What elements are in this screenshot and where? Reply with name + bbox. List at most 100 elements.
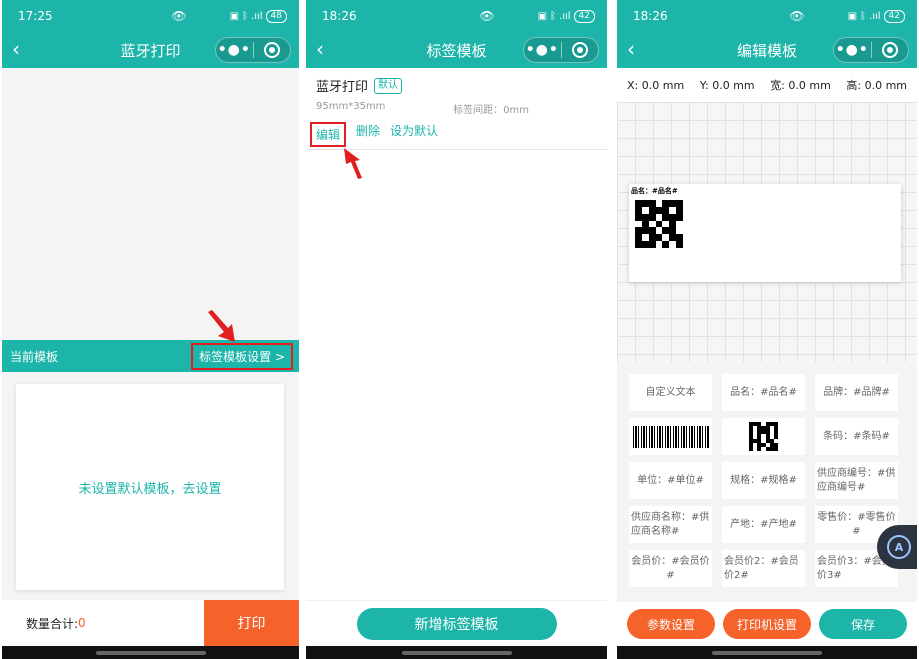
nav-bar: ‹ 蓝牙打印 •●• — [2, 32, 299, 68]
palette-barcode[interactable] — [629, 418, 712, 455]
nfc-icon: ▣ — [229, 10, 240, 22]
palette-item[interactable]: 会员价2：#会员价2# — [722, 550, 805, 587]
home-indicator — [401, 651, 512, 655]
label-paper[interactable]: 品名：#品名# — [629, 184, 901, 282]
status-time: 18:26 — [633, 9, 668, 23]
set-default-template-card[interactable]: 未设置默认模板，去设置 — [16, 384, 284, 590]
eye-icon: 👁 — [479, 9, 495, 23]
height-readout: 高: 0.0 mm — [846, 79, 907, 92]
default-badge: 默认 — [374, 77, 403, 94]
edit-template-link[interactable]: 编辑 — [310, 122, 347, 147]
set-default-link[interactable]: 设为默认 — [390, 122, 438, 147]
params-settings-button[interactable]: 参数设置 — [627, 609, 715, 639]
battery-icon: 42 — [573, 9, 595, 23]
palette-item-label: 单位：#单位# — [637, 474, 704, 486]
y-readout: Y: 0.0 mm — [699, 78, 755, 92]
miniprogram-capsule: •●• — [215, 37, 291, 63]
home-indicator — [712, 651, 822, 655]
status-bar: 17:25 👁 ▣ ᛒ .ııl 48 — [2, 0, 299, 32]
phone-edit-template: 18:26 👁 ▣ ᛒ .ııl 42 ‹ 编辑模板 •●• X: 0.0 mm… — [617, 0, 917, 659]
palette-item[interactable]: 条码：#条码# — [815, 418, 898, 455]
print-preview-area — [2, 68, 299, 340]
design-canvas[interactable]: 品名：#品名# — [617, 102, 917, 362]
barcode-icon — [632, 425, 709, 448]
delete-template-link[interactable]: 删除 — [356, 122, 380, 147]
palette-item-label: 条码：#条码# — [823, 430, 890, 442]
home-indicator — [95, 651, 206, 655]
status-bar: 18:26 👁 ▣ ᛒ .ııl 42 — [306, 0, 607, 32]
status-bar: 18:26 👁 ▣ ᛒ .ııl 42 — [617, 0, 917, 32]
template-list-empty-area — [306, 150, 607, 602]
palette-item-label: 供应商名称：#供应商名称# — [631, 511, 710, 537]
element-palette: 自定义文本 品名：#品名# 品牌：#品牌# 条码：#条码# 单位：#单位# 规格：#规格#… — [617, 362, 917, 602]
red-arrow-annotation — [208, 310, 235, 342]
eye-icon: 👁 — [789, 9, 805, 23]
palette-item-label: 品名：#品名# — [730, 386, 797, 398]
palette-item[interactable]: 会员价：#会员价# — [629, 550, 712, 587]
battery-icon: 48 — [265, 9, 287, 23]
nfc-icon: ▣ — [847, 10, 858, 22]
bluetooth-icon: ᛒ — [242, 10, 249, 22]
status-icons: 👁 ▣ ᛒ .ııl 42 — [789, 9, 905, 23]
palette-item[interactable]: 产地：#产地# — [722, 506, 805, 543]
save-button[interactable]: 保存 — [819, 609, 907, 639]
quantity-label: 数量合计: — [26, 616, 79, 631]
template-size: 95mm*35mm — [316, 101, 386, 112]
bottom-bar: 参数设置 打印机设置 保存 — [617, 602, 917, 646]
width-readout: 宽: 0.0 mm — [770, 79, 831, 92]
battery-icon: 42 — [883, 9, 905, 23]
back-arrow-icon[interactable]: ‹ — [627, 38, 635, 60]
bluetooth-icon: ᛒ — [550, 10, 557, 22]
bluetooth-icon: ᛒ — [860, 10, 867, 22]
template-actions: 编辑 删除 设为默认 — [310, 122, 597, 147]
current-template-label: 当前模板 — [10, 349, 59, 364]
close-miniprogram-icon[interactable] — [254, 42, 291, 58]
back-arrow-icon[interactable]: ‹ — [316, 38, 324, 60]
template-list-item: 蓝牙打印 默认 95mm*35mm 标签间距：0mm 编辑 删除 设为默认 — [306, 68, 607, 150]
nav-bar: ‹ 编辑模板 •●• — [617, 32, 917, 68]
add-template-button[interactable]: 新增标签模板 — [356, 607, 557, 640]
template-settings-link[interactable]: 标签模板设置 > — [191, 342, 293, 370]
palette-item[interactable]: 规格：#规格# — [722, 462, 805, 499]
print-button[interactable]: 打印 — [204, 600, 299, 646]
more-icon[interactable]: •●• — [834, 38, 871, 62]
palette-item-label: 供应商编号：#供应商编号# — [817, 467, 896, 493]
palette-item[interactable]: 单位：#单位# — [629, 462, 712, 499]
more-icon[interactable]: •●• — [524, 38, 561, 62]
eye-icon: 👁 — [171, 9, 187, 23]
palette-item[interactable]: 品名：#品名# — [722, 374, 805, 411]
x-readout: X: 0.0 mm — [627, 78, 685, 92]
palette-item-label: 自定义文本 — [645, 386, 696, 398]
palette-item-label: 产地：#产地# — [730, 518, 797, 530]
template-name: 蓝牙打印 — [316, 80, 369, 95]
close-miniprogram-icon[interactable] — [562, 42, 599, 58]
printer-settings-button[interactable]: 打印机设置 — [723, 609, 811, 639]
palette-item[interactable]: 自定义文本 — [629, 374, 712, 411]
phone-label-templates: 18:26 👁 ▣ ᛒ .ııl 42 ‹ 标签模板 •●• 蓝牙打印 默认 9… — [306, 0, 607, 659]
label-product-name-text[interactable]: 品名：#品名# — [631, 186, 678, 196]
back-arrow-icon[interactable]: ‹ — [12, 38, 20, 60]
palette-item-label: 会员价2：#会员价2# — [724, 555, 799, 581]
status-time: 18:26 — [322, 9, 357, 23]
floating-assist-button[interactable]: A — [877, 525, 917, 569]
signal-icon: .ııl — [251, 10, 263, 22]
bottom-bar: 新增标签模板 — [306, 600, 607, 646]
label-qrcode[interactable] — [635, 200, 683, 248]
miniprogram-capsule: •●• — [523, 37, 599, 63]
quantity-value: 0 — [78, 616, 86, 630]
qrcode-icon — [748, 421, 779, 452]
palette-qrcode[interactable] — [722, 418, 805, 455]
close-miniprogram-icon[interactable] — [872, 42, 909, 58]
scan-icon: A — [887, 535, 911, 559]
palette-item[interactable]: 供应商名称：#供应商名称# — [629, 506, 712, 543]
signal-icon: .ııl — [559, 10, 571, 22]
bottom-bar: 数量合计: 0 打印 — [2, 600, 299, 646]
palette-item[interactable]: 品牌：#品牌# — [815, 374, 898, 411]
miniprogram-capsule: •●• — [833, 37, 909, 63]
more-icon[interactable]: •●• — [216, 38, 253, 62]
signal-icon: .ııl — [869, 10, 881, 22]
empty-template-message[interactable]: 未设置默认模板，去设置 — [78, 478, 221, 497]
palette-item-label: 规格：#规格# — [730, 474, 797, 486]
palette-item[interactable]: 供应商编号：#供应商编号# — [815, 462, 898, 499]
phone-bluetooth-print: 17:25 👁 ▣ ᛒ .ııl 48 ‹ 蓝牙打印 •●• 当前模板 标签模板… — [2, 0, 299, 659]
